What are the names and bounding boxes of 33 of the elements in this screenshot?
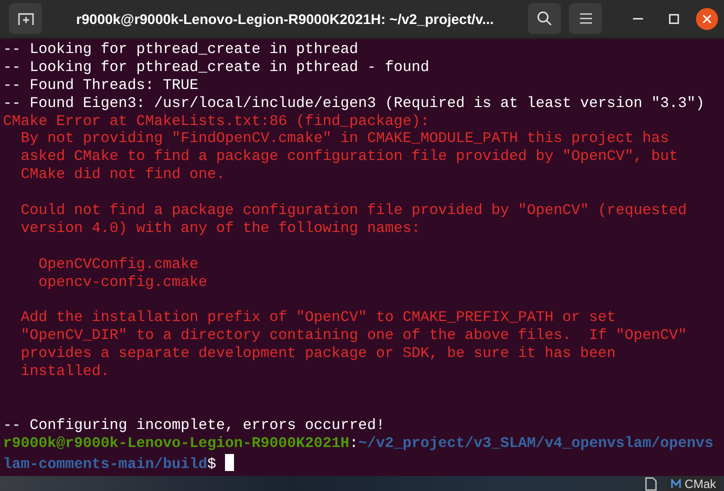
minimize-icon [633,18,643,20]
window-title: r9000k@r9000k-Lenovo-Legion-R9000K2021H: ~/v2_project/v... [75,10,495,26]
output-line: -- Found Eigen3: /usr/local/include/eigen3 (Required is at least version "3.3") [3,96,706,114]
close-icon [703,14,711,22]
error-line: By not providing "FindOpenCV.cmake" in CMAKE_MODULE_PATH this project has [20,131,670,149]
error-line: provides a separate development package or SDK, be sure it has been [20,346,617,364]
error-line: installed. [20,364,111,382]
document-icon [644,476,657,490]
close-button[interactable] [696,8,718,30]
error-line: asked CMake to find a package configuration file provided by "OpenCV", but [20,149,679,167]
letter-m-icon [670,478,681,488]
maximize-icon [669,14,679,24]
error-line: opencv-config.cmake [38,274,208,292]
new-tab-icon [18,12,34,26]
error-line: version 4.0) with any of the following names: [20,220,422,239]
error-line: CMake did not find one. [20,167,226,186]
error-line: Could not find a package configuration file provided by "OpenCV" (requested [20,203,688,221]
text-cursor [225,454,234,470]
output-line: -- Looking for pthread_create in pthread [3,42,360,60]
error-line: OpenCVConfig.cmake [38,256,200,275]
new-tab-button[interactable] [9,3,42,34]
shell-prompt: r9000k@r9000k-Lenovo-Legion-R9000K2021H:~/v2_project/v3_SLAM/v4_openvslam/openvslam-comments-main/build$ [3,436,714,474]
menu-icon [580,13,592,24]
error-line: "OpenCV_DIR" to a directory containing one of the above files. If "OpenCV" [20,328,688,346]
error-line: Add the installation prefix of "OpenCV" to CMAKE_PREFIX_PATH or set [20,310,617,328]
search-button[interactable] [528,3,561,34]
menu-button[interactable] [569,3,602,34]
search-icon [537,11,552,26]
output-line: -- Configuring incomplete, errors occurred! [3,418,386,436]
output-line: -- Found Threads: TRUE [3,78,200,96]
error-line: CMake Error at CMakeLists.txt:86 (find_package): [3,114,430,131]
output-line: -- Looking for pthread_create in pthread - found [3,60,430,78]
taskbar-item[interactable]: CMak [666,476,720,491]
